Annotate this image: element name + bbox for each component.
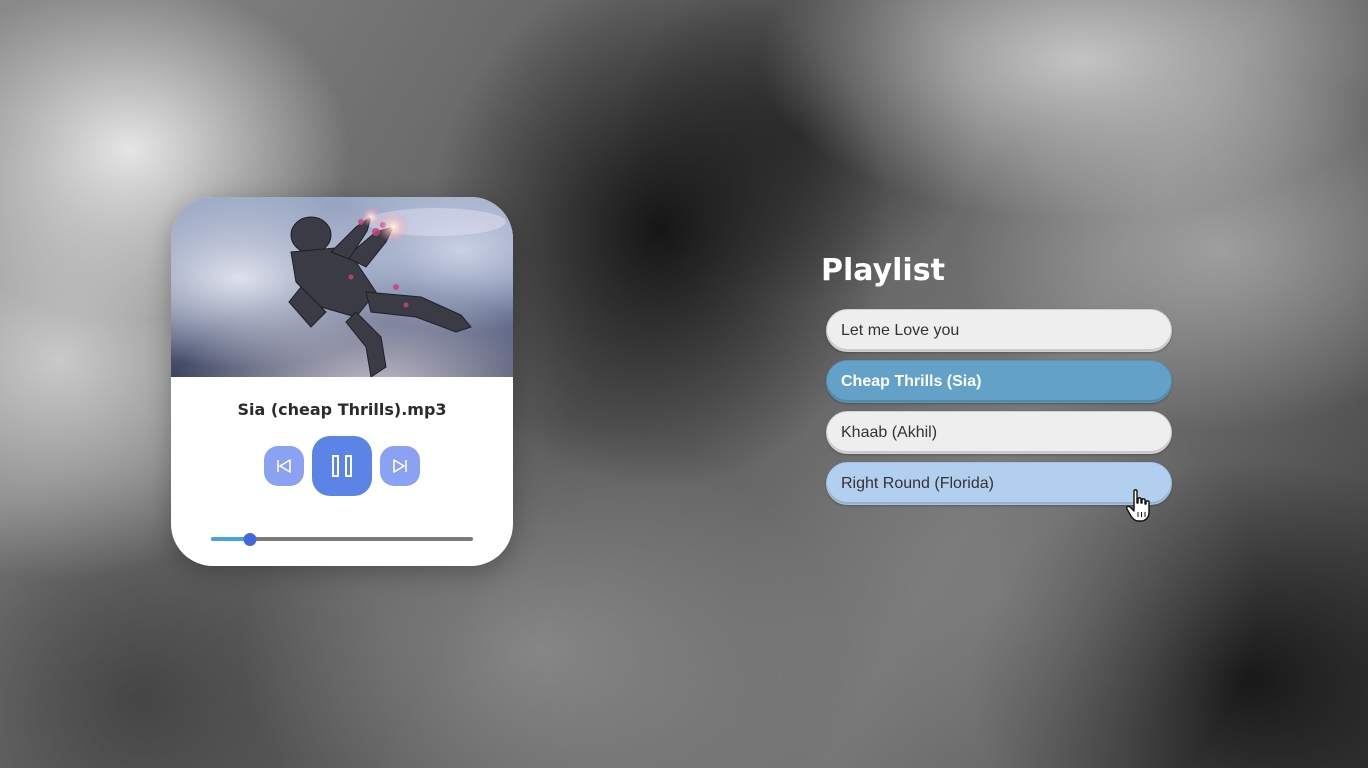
playlist-item[interactable]: Cheap Thrills (Sia) bbox=[826, 360, 1172, 403]
album-art-image bbox=[171, 197, 513, 377]
track-title: Sia (cheap Thrills).mp3 bbox=[237, 400, 447, 419]
skip-next-icon bbox=[393, 459, 407, 473]
playlist-item[interactable]: Let me Love you bbox=[826, 309, 1172, 352]
pause-icon bbox=[332, 455, 352, 477]
next-track-button[interactable] bbox=[380, 446, 420, 486]
playlist-item-label: Cheap Thrills (Sia) bbox=[841, 372, 982, 390]
skip-previous-icon bbox=[277, 459, 291, 473]
playlist-item[interactable]: Right Round (Florida) bbox=[826, 462, 1172, 505]
playlist-panel: Playlist Let me Love you Cheap Thrills (… bbox=[821, 252, 1181, 513]
playlist-item-label: Right Round (Florida) bbox=[841, 474, 994, 492]
music-player-card: Sia (cheap Thrills).mp3 bbox=[171, 197, 513, 566]
playlist-title: Playlist bbox=[821, 253, 945, 288]
playback-controls bbox=[171, 436, 513, 496]
hand-pointer-icon bbox=[1126, 489, 1150, 522]
play-pause-button[interactable] bbox=[312, 436, 372, 496]
playlist-item-label: Khaab (Akhil) bbox=[841, 423, 938, 441]
progress-thumb[interactable] bbox=[243, 533, 257, 546]
playlist-item[interactable]: Khaab (Akhil) bbox=[826, 411, 1172, 454]
playlist-item-label: Let me Love you bbox=[841, 321, 960, 339]
progress-slider[interactable] bbox=[211, 533, 473, 546]
previous-track-button[interactable] bbox=[264, 446, 304, 486]
